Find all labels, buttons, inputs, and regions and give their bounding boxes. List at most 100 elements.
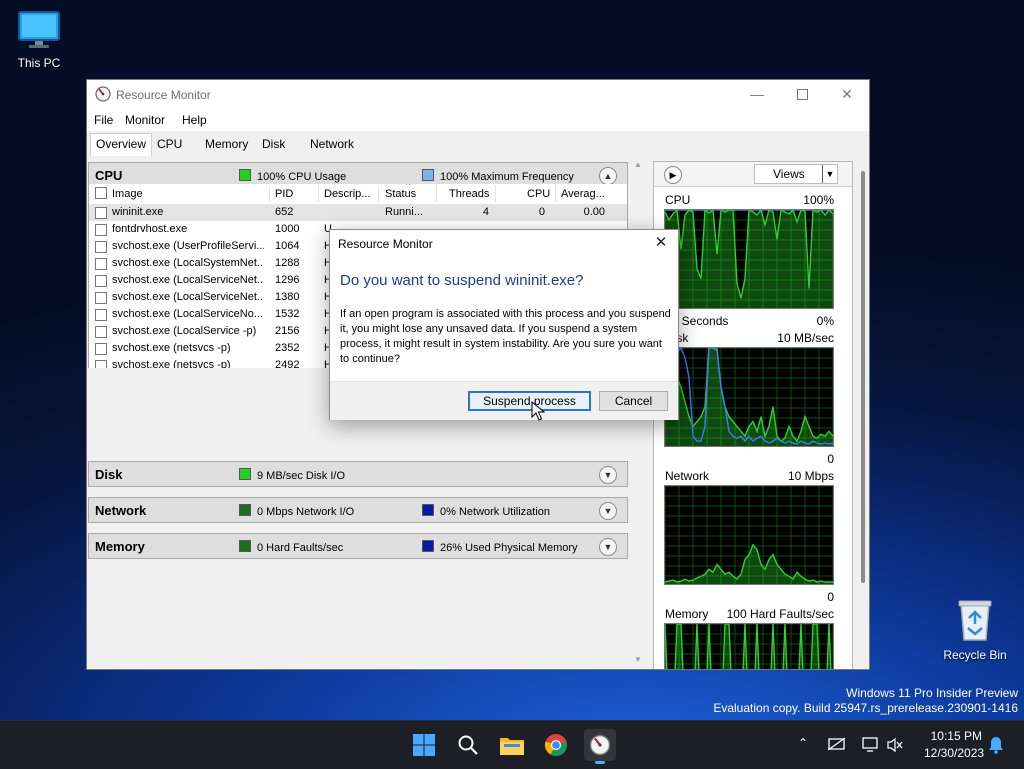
minimize-button[interactable]: — xyxy=(737,83,777,105)
window-titlebar[interactable]: Resource Monitor — ✕ xyxy=(87,80,869,109)
table-header: Image PID Descrip... Status ^ Threads CP… xyxy=(89,184,627,205)
disk-graph-plot xyxy=(665,348,833,446)
graphs-toolbar: ▶ Views ▼ xyxy=(654,162,852,187)
tab-memory[interactable]: Memory xyxy=(200,135,253,154)
sort-ascending-icon: ^ xyxy=(406,184,411,190)
windows-logo-icon xyxy=(413,734,435,756)
row-pid: 1380 xyxy=(275,291,300,303)
row-pid: 652 xyxy=(275,206,294,218)
column-divider[interactable] xyxy=(378,186,379,202)
menu-help[interactable]: Help xyxy=(182,113,207,127)
start-button[interactable] xyxy=(408,729,440,761)
tab-disk[interactable]: Disk xyxy=(257,135,290,154)
memory-section-header[interactable]: Memory 0 Hard Faults/sec 26% Used Physic… xyxy=(88,533,628,559)
column-divider[interactable] xyxy=(318,186,319,202)
graphs-panel-scrollbar[interactable] xyxy=(858,161,868,669)
maximize-button[interactable] xyxy=(782,83,822,105)
folder-icon xyxy=(500,738,524,755)
clock[interactable]: 10:15 PM 12/30/2023 xyxy=(924,729,985,760)
row-checkbox[interactable] xyxy=(95,207,107,219)
dialog-button-bar: Suspend process Cancel xyxy=(330,381,678,420)
chrome-button[interactable] xyxy=(540,729,572,761)
row-checkbox[interactable] xyxy=(95,224,107,236)
column-divider[interactable] xyxy=(436,186,437,202)
suspend-process-button[interactable]: Suspend process xyxy=(468,391,591,411)
network-utilization-text: 0% Network Utilization xyxy=(440,506,551,518)
col-description[interactable]: Descrip... xyxy=(324,188,370,200)
cancel-button[interactable]: Cancel xyxy=(599,391,668,411)
recycle-bin-desktop-icon[interactable]: Recycle Bin xyxy=(937,598,1013,662)
volume-muted-icon[interactable] xyxy=(886,737,904,753)
row-image: wininit.exe xyxy=(112,206,164,218)
row-checkbox[interactable] xyxy=(95,258,107,270)
expand-chevron-down-icon[interactable]: ▼ xyxy=(599,538,617,556)
col-pid[interactable]: PID xyxy=(275,188,293,200)
select-all-checkbox[interactable] xyxy=(95,187,107,199)
scroll-down-arrow-icon[interactable]: ▼ xyxy=(634,655,642,664)
show-hidden-icons-chevron-up-icon[interactable]: ⌃ xyxy=(798,736,808,750)
row-pid: 2492 xyxy=(275,359,300,368)
row-checkbox[interactable] xyxy=(95,360,107,368)
row-checkbox[interactable] xyxy=(95,343,107,355)
notification-bell-icon[interactable] xyxy=(988,736,1004,754)
column-divider[interactable] xyxy=(269,186,270,202)
clock-date: 12/30/2023 xyxy=(924,746,985,760)
col-image[interactable]: Image xyxy=(112,188,143,200)
row-checkbox[interactable] xyxy=(95,241,107,253)
active-app-indicator xyxy=(595,761,605,764)
row-checkbox[interactable] xyxy=(95,326,107,338)
row-checkbox[interactable] xyxy=(95,309,107,321)
col-status[interactable]: Status xyxy=(385,188,416,200)
cpu-graph-plot xyxy=(665,210,833,308)
expand-chevron-down-icon[interactable]: ▼ xyxy=(599,466,617,484)
row-image: svchost.exe (netsvcs -p) xyxy=(112,359,231,368)
search-icon xyxy=(458,735,478,755)
close-icon: ✕ xyxy=(654,234,668,251)
network-disconnected-icon[interactable] xyxy=(828,737,846,751)
row-pid: 1296 xyxy=(275,274,300,286)
network-section-header[interactable]: Network 0 Mbps Network I/O 0% Network Ut… xyxy=(88,497,628,523)
row-image: svchost.exe (LocalServiceNo... xyxy=(112,308,264,320)
dialog-title: Resource Monitor xyxy=(338,237,433,251)
legend-swatch-dark-blue xyxy=(422,540,434,552)
memory-section-title: Memory xyxy=(95,539,145,554)
dialog-heading: Do you want to suspend wininit.exe? xyxy=(340,272,584,289)
row-checkbox[interactable] xyxy=(95,292,107,304)
expand-chevron-down-icon[interactable]: ▼ xyxy=(599,502,617,520)
scrollbar-thumb[interactable] xyxy=(861,171,865,583)
maximize-icon xyxy=(796,88,808,100)
disk-section-header[interactable]: Disk 9 MB/sec Disk I/O ▼ xyxy=(88,461,628,487)
disk-section-title: Disk xyxy=(95,467,123,482)
file-explorer-button[interactable] xyxy=(496,729,528,761)
menu-monitor[interactable]: Monitor xyxy=(125,113,165,127)
tab-overview[interactable]: Overview xyxy=(90,133,153,157)
dialog-close-button[interactable]: ✕ xyxy=(650,233,672,253)
search-button[interactable] xyxy=(452,729,484,761)
column-divider[interactable] xyxy=(495,186,496,202)
tab-cpu[interactable]: CPU xyxy=(152,135,187,154)
resource-monitor-taskbar-button[interactable] xyxy=(584,729,616,764)
disk-io-text: 9 MB/sec Disk I/O xyxy=(257,470,346,482)
close-button[interactable]: ✕ xyxy=(827,83,867,105)
collapse-chevron-up-icon[interactable]: ▲ xyxy=(599,167,617,185)
this-pc-desktop-icon[interactable]: This PC xyxy=(1,10,77,70)
views-dropdown[interactable]: Views ▼ xyxy=(754,164,838,184)
scroll-up-arrow-icon[interactable]: ▲ xyxy=(634,160,642,169)
col-cpu[interactable]: CPU xyxy=(527,188,550,200)
display-icon[interactable] xyxy=(862,737,880,753)
row-checkbox[interactable] xyxy=(95,275,107,287)
network-graph xyxy=(664,485,834,585)
memory-graph-title: Memory xyxy=(665,607,709,621)
chrome-icon xyxy=(544,734,567,756)
cpu-section-title: CPU xyxy=(95,168,123,183)
menu-file[interactable]: File xyxy=(94,113,113,127)
row-pid: 2352 xyxy=(275,342,300,354)
collapse-graphs-chevron-right-icon[interactable]: ▶ xyxy=(664,166,682,184)
col-threads[interactable]: Threads xyxy=(449,188,489,200)
column-divider[interactable] xyxy=(555,186,556,202)
recycle-bin-label: Recycle Bin xyxy=(943,648,1007,662)
col-average[interactable]: Averag... xyxy=(561,188,605,200)
max-frequency-text: 100% Maximum Frequency xyxy=(440,171,574,183)
table-row[interactable]: wininit.exe 652 Runni... 4 0 0.00 xyxy=(89,204,627,221)
tab-network[interactable]: Network xyxy=(305,135,359,154)
